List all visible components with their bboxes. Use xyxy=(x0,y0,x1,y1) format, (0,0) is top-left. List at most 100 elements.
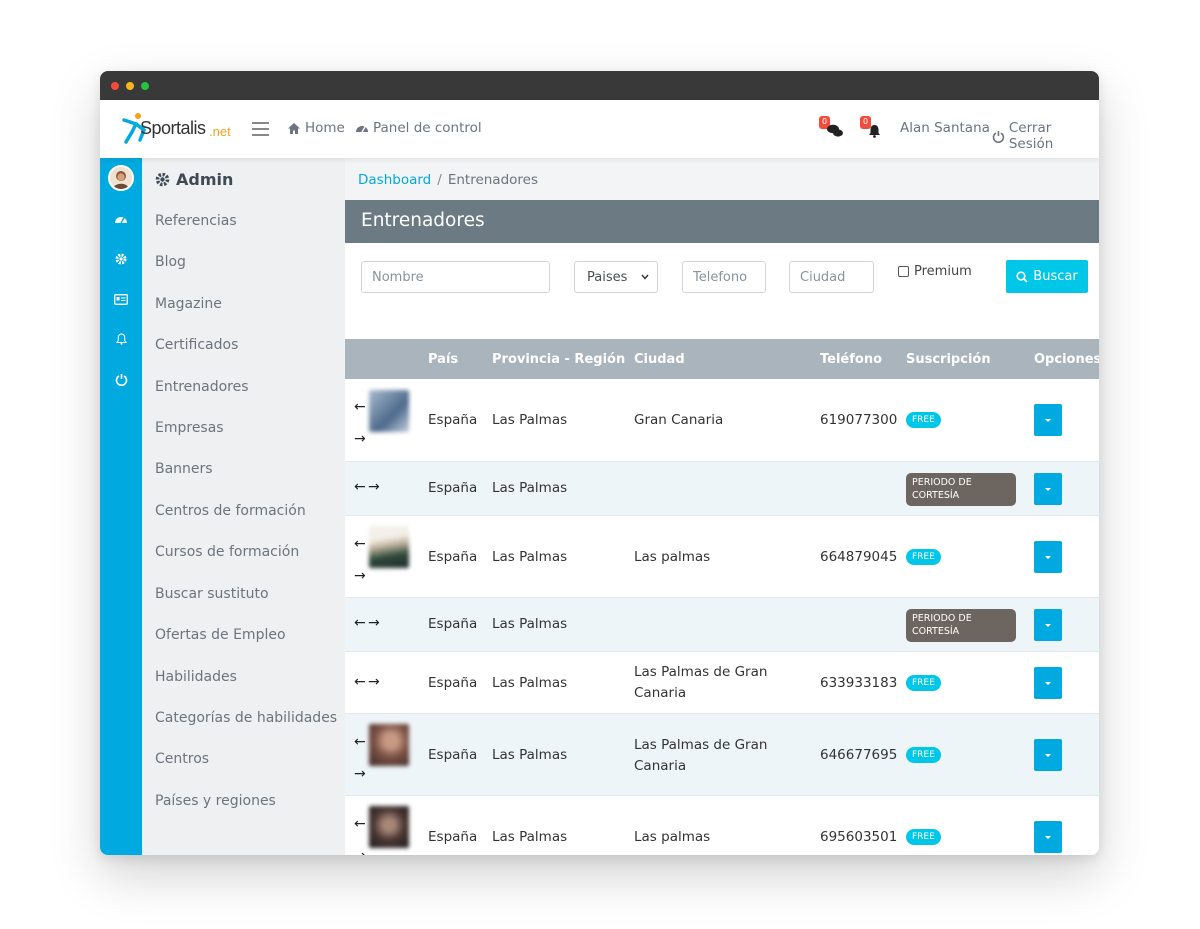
sidebar-item-empresas[interactable]: Empresas xyxy=(155,420,224,436)
sidebar-item-buscar-sustituto[interactable]: Buscar sustituto xyxy=(155,586,269,602)
arrow-left-icon[interactable]: ← xyxy=(354,816,366,832)
power-icon[interactable] xyxy=(113,371,129,387)
paises-select[interactable]: Paises xyxy=(574,261,658,293)
sidebar-item-cursos-formacion[interactable]: Cursos de formación xyxy=(155,544,299,560)
chat-icon xyxy=(827,124,843,137)
dashboard-icon[interactable] xyxy=(113,211,129,227)
telefono-input[interactable] xyxy=(682,261,766,293)
arrow-right-icon[interactable]: → xyxy=(354,431,366,447)
table-row: ← → España Las Palmas PERIODO DE CORTESÍ… xyxy=(345,598,1099,652)
maximize-window-dot[interactable] xyxy=(141,82,149,90)
bell-icon[interactable] xyxy=(113,331,129,347)
row-options-button[interactable] xyxy=(1034,541,1062,573)
chevron-down-icon xyxy=(1045,418,1051,422)
arrow-right-icon[interactable]: → xyxy=(354,568,366,584)
arrow-left-icon[interactable]: ← xyxy=(354,734,366,750)
cell-pais: España xyxy=(428,829,478,845)
row-options-button[interactable] xyxy=(1034,609,1062,641)
arrow-left-icon[interactable]: ← xyxy=(354,479,366,495)
arrow-right-icon[interactable]: → xyxy=(354,848,366,855)
column-header-pais[interactable]: País xyxy=(428,352,458,367)
browser-window: Sportalis .net Home Panel de control 0 0… xyxy=(100,71,1099,855)
window-titlebar xyxy=(100,71,1099,100)
page-header: Entrenadores xyxy=(345,200,1099,243)
row-options-button[interactable] xyxy=(1034,404,1062,436)
table-row: ← → España Las Palmas PERIODO DE CORTESÍ… xyxy=(345,462,1099,516)
admin-sidebar: Admin Referencias Blog Magazine Certific… xyxy=(142,158,345,855)
sportalis-logo[interactable]: Sportalis .net xyxy=(122,112,234,146)
gear-icon[interactable] xyxy=(113,251,129,267)
column-header-telefono[interactable]: Teléfono xyxy=(820,352,882,367)
user-avatar-icon xyxy=(110,167,132,189)
cell-provincia: Las Palmas xyxy=(492,675,568,691)
search-button-label: Buscar xyxy=(1033,269,1078,284)
column-header-opciones[interactable]: Opciones xyxy=(1034,352,1099,367)
cell-telefono: 619077300 xyxy=(820,412,898,428)
cell-telefono: 633933183 xyxy=(820,675,898,691)
top-navbar: Sportalis .net Home Panel de control 0 0… xyxy=(100,100,1099,158)
arrow-left-icon[interactable]: ← xyxy=(354,536,366,552)
sidebar-item-certificados[interactable]: Certificados xyxy=(155,337,238,353)
nav-panel-link[interactable]: Panel de control xyxy=(355,120,482,136)
trainer-photo xyxy=(369,806,409,848)
cell-provincia: Las Palmas xyxy=(492,480,568,496)
premium-checkbox[interactable]: Premium xyxy=(898,264,972,279)
row-options-button[interactable] xyxy=(1034,739,1062,771)
breadcrumb-dashboard-link[interactable]: Dashboard xyxy=(358,172,431,188)
arrow-left-icon[interactable]: ← xyxy=(354,674,366,690)
cell-ciudad: Las palmas xyxy=(634,829,711,845)
sidebar-item-centros[interactable]: Centros xyxy=(155,751,209,767)
nav-panel-label: Panel de control xyxy=(373,120,482,136)
logo-tld-text: .net xyxy=(209,124,231,139)
sidebar-item-centros-formacion[interactable]: Centros de formación xyxy=(155,503,306,519)
minimize-window-dot[interactable] xyxy=(126,82,134,90)
arrow-right-icon[interactable]: → xyxy=(354,766,366,782)
cell-ciudad: Las Palmas de Gran Canaria xyxy=(634,664,768,701)
column-header-ciudad[interactable]: Ciudad xyxy=(634,352,685,367)
sidebar-item-categorias-habilidades[interactable]: Categorías de habilidades xyxy=(155,710,337,726)
sidebar-item-entrenadores[interactable]: Entrenadores xyxy=(155,379,249,395)
alerts-notification[interactable]: 0 xyxy=(860,116,884,140)
sidebar-item-paises-regiones[interactable]: Países y regiones xyxy=(155,793,276,809)
table-row: ← → España Las Palmas Las Palmas de Gran… xyxy=(345,652,1099,714)
id-card-icon[interactable] xyxy=(113,291,129,307)
messages-notification[interactable]: 0 xyxy=(819,116,843,140)
avatar[interactable] xyxy=(108,165,134,191)
close-window-dot[interactable] xyxy=(111,82,119,90)
nav-home-link[interactable]: Home xyxy=(287,120,345,136)
logo-brand-text: Sportalis xyxy=(140,118,206,138)
chevron-down-icon xyxy=(641,274,649,280)
row-options-button[interactable] xyxy=(1034,667,1062,699)
sidebar-item-blog[interactable]: Blog xyxy=(155,254,186,270)
sidebar-item-magazine[interactable]: Magazine xyxy=(155,296,222,312)
sidebar-item-banners[interactable]: Banners xyxy=(155,461,213,477)
nombre-input[interactable] xyxy=(361,261,550,293)
menu-toggle-icon[interactable] xyxy=(252,122,269,136)
row-options-button[interactable] xyxy=(1034,473,1062,505)
ciudad-input[interactable] xyxy=(789,261,874,293)
arrow-left-icon[interactable]: ← xyxy=(354,615,366,631)
premium-checkbox-box[interactable] xyxy=(898,266,909,277)
cell-provincia: Las Palmas xyxy=(492,549,568,565)
user-name[interactable]: Alan Santana xyxy=(900,120,990,136)
paises-select-value: Paises xyxy=(587,269,628,285)
logout-link[interactable]: Cerrar Sesión xyxy=(992,120,1099,152)
power-icon xyxy=(992,130,1005,143)
sidebar-title-label: Admin xyxy=(176,170,234,189)
column-header-suscripcion[interactable]: Suscripción xyxy=(906,352,991,367)
status-badge: FREE xyxy=(906,675,941,691)
arrow-right-icon[interactable]: → xyxy=(368,479,380,495)
arrow-left-icon[interactable]: ← xyxy=(354,399,366,415)
arrow-right-icon[interactable]: → xyxy=(368,615,380,631)
sidebar-item-ofertas-empleo[interactable]: Ofertas de Empleo xyxy=(155,627,286,643)
search-icon xyxy=(1016,270,1028,283)
sidebar-item-referencias[interactable]: Referencias xyxy=(155,213,237,229)
arrow-right-icon[interactable]: → xyxy=(368,674,380,690)
table-row: ← → España Las Palmas Las Palmas de Gran… xyxy=(345,714,1099,796)
chevron-down-icon xyxy=(1045,487,1051,491)
row-options-button[interactable] xyxy=(1034,821,1062,853)
sidebar-item-habilidades[interactable]: Habilidades xyxy=(155,669,237,685)
search-button[interactable]: Buscar xyxy=(1006,260,1088,293)
column-header-provincia[interactable]: Provincia - Región xyxy=(492,352,625,367)
cell-provincia: Las Palmas xyxy=(492,747,568,763)
